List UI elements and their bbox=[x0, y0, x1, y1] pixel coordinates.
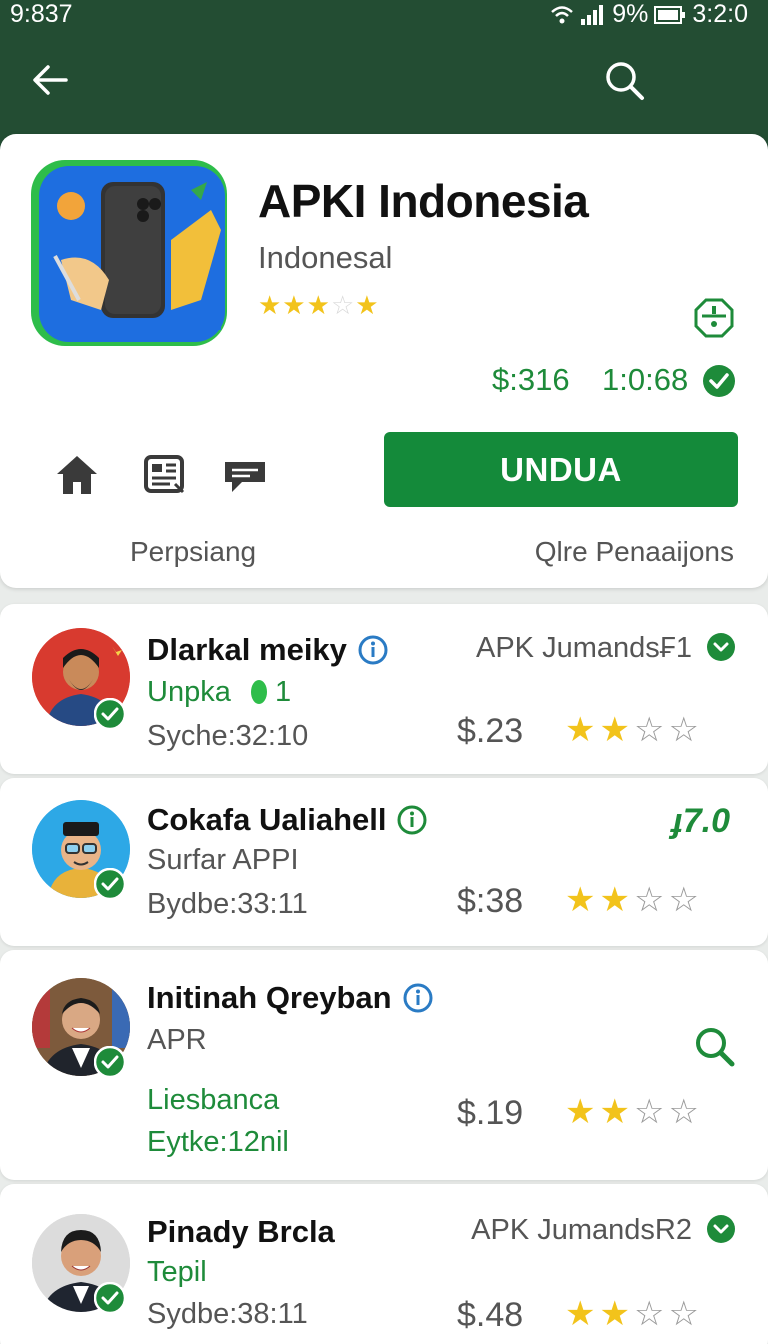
item-subtitle-secondary: Liesbanca bbox=[147, 1084, 280, 1116]
item-name-text: Dlarkal meiky bbox=[147, 632, 347, 667]
verified-badge-icon bbox=[94, 698, 126, 730]
item-subtitle: Tepil bbox=[147, 1256, 207, 1288]
verified-badge-icon bbox=[94, 1046, 126, 1078]
footer-left-link[interactable]: Perpsiang bbox=[130, 536, 256, 568]
item-tag: APK Jumands₣1 bbox=[475, 632, 692, 664]
app-download-count: 1:0:68 bbox=[602, 362, 689, 397]
battery-icon bbox=[654, 5, 686, 24]
item-stars: ★★☆☆ bbox=[565, 881, 703, 919]
verified-badge-icon bbox=[94, 1282, 126, 1314]
item-name-text: Cokafa Ualiahell bbox=[147, 802, 387, 837]
status-clock: 3:2:0 bbox=[692, 0, 748, 28]
app-icon bbox=[31, 160, 227, 346]
item-stars: ★★☆☆ bbox=[565, 1093, 703, 1131]
item-price: $.48 bbox=[457, 1296, 524, 1334]
status-indicators: 9% 3:2:0 bbox=[550, 0, 748, 29]
item-name: Dlarkal meiky bbox=[147, 632, 389, 668]
item-name-text: Pinady Brcla bbox=[147, 1214, 335, 1249]
app-title: APKI Indonesia bbox=[258, 175, 589, 227]
item-price: $.23 bbox=[457, 712, 524, 750]
signal-icon bbox=[581, 4, 604, 25]
comment-icon[interactable] bbox=[222, 452, 268, 498]
list-item[interactable]: Dlarkal meiky Unpka 1 Syche:32:10 APK Ju… bbox=[0, 604, 768, 774]
item-name: Initinah Qreyban bbox=[147, 980, 434, 1016]
item-meta: Sydbe:38:11 bbox=[147, 1298, 308, 1330]
home-icon[interactable] bbox=[54, 452, 100, 498]
item-name-text: Initinah Qreyban bbox=[147, 980, 392, 1015]
item-name: Pinady Brcla bbox=[147, 1214, 335, 1250]
item-tag: APK JumandsR2 bbox=[471, 1214, 692, 1246]
app-header-card: APKI Indonesia Indonesal ★★★☆★ $:316 1:0… bbox=[0, 134, 768, 588]
list-item[interactable]: Initinah Qreyban APR Liesbanca Eytke:12n… bbox=[0, 950, 768, 1180]
item-price: $.19 bbox=[457, 1094, 524, 1132]
battery-percent: 9% bbox=[612, 0, 649, 28]
item-name: Cokafa Ualiahell bbox=[147, 802, 428, 838]
status-bar: 9:837 9% 3:2:0 bbox=[0, 0, 768, 32]
item-meta: Eytke:12nil bbox=[147, 1126, 289, 1158]
item-subtitle: Unpka 1 bbox=[147, 676, 291, 709]
info-icon[interactable] bbox=[357, 634, 389, 666]
item-subtitle: APR bbox=[147, 1024, 207, 1056]
status-time: 9:837 bbox=[10, 0, 73, 28]
leaf-icon bbox=[250, 680, 267, 704]
app-developer[interactable]: Indonesal bbox=[258, 240, 392, 276]
news-icon[interactable] bbox=[141, 452, 187, 498]
info-icon[interactable] bbox=[396, 804, 428, 836]
item-subtitle-suffix: 1 bbox=[274, 676, 292, 708]
search-icon[interactable] bbox=[692, 1024, 736, 1068]
search-icon[interactable] bbox=[602, 58, 646, 102]
item-price: $:38 bbox=[457, 882, 524, 920]
item-subtitle: Surfar APPI bbox=[147, 844, 299, 876]
footer-right-link[interactable]: Qlre Penaaijons bbox=[535, 536, 734, 568]
verified-check-icon bbox=[703, 365, 735, 397]
install-button[interactable]: UNDUA bbox=[384, 432, 738, 507]
app-price: $:316 bbox=[492, 362, 570, 397]
list-item[interactable]: Pinady Brcla Tepil Sydbe:38:11 APK Juman… bbox=[0, 1184, 768, 1344]
item-score: ɟ7.0 bbox=[671, 802, 730, 840]
app-bar: 9:837 9% 3:2:0 bbox=[0, 0, 768, 150]
shield-badge-icon[interactable] bbox=[692, 296, 736, 340]
item-subtitle-text: Unpka bbox=[147, 676, 231, 708]
tag-check-icon bbox=[707, 1215, 735, 1243]
item-meta: Syche:32:10 bbox=[147, 720, 309, 752]
item-meta: Bydbe:33:11 bbox=[147, 888, 308, 920]
back-arrow-icon[interactable] bbox=[28, 58, 72, 102]
item-stars: ★★☆☆ bbox=[565, 1295, 703, 1333]
app-rating-stars: ★★★☆★ bbox=[258, 290, 380, 320]
item-stars: ★★☆☆ bbox=[565, 711, 703, 749]
info-icon[interactable] bbox=[402, 982, 434, 1014]
wifi-icon bbox=[551, 5, 574, 23]
verified-badge-icon bbox=[94, 868, 126, 900]
tag-check-icon bbox=[707, 633, 735, 661]
list-item[interactable]: Cokafa Ualiahell Surfar APPI Bydbe:33:11… bbox=[0, 778, 768, 946]
